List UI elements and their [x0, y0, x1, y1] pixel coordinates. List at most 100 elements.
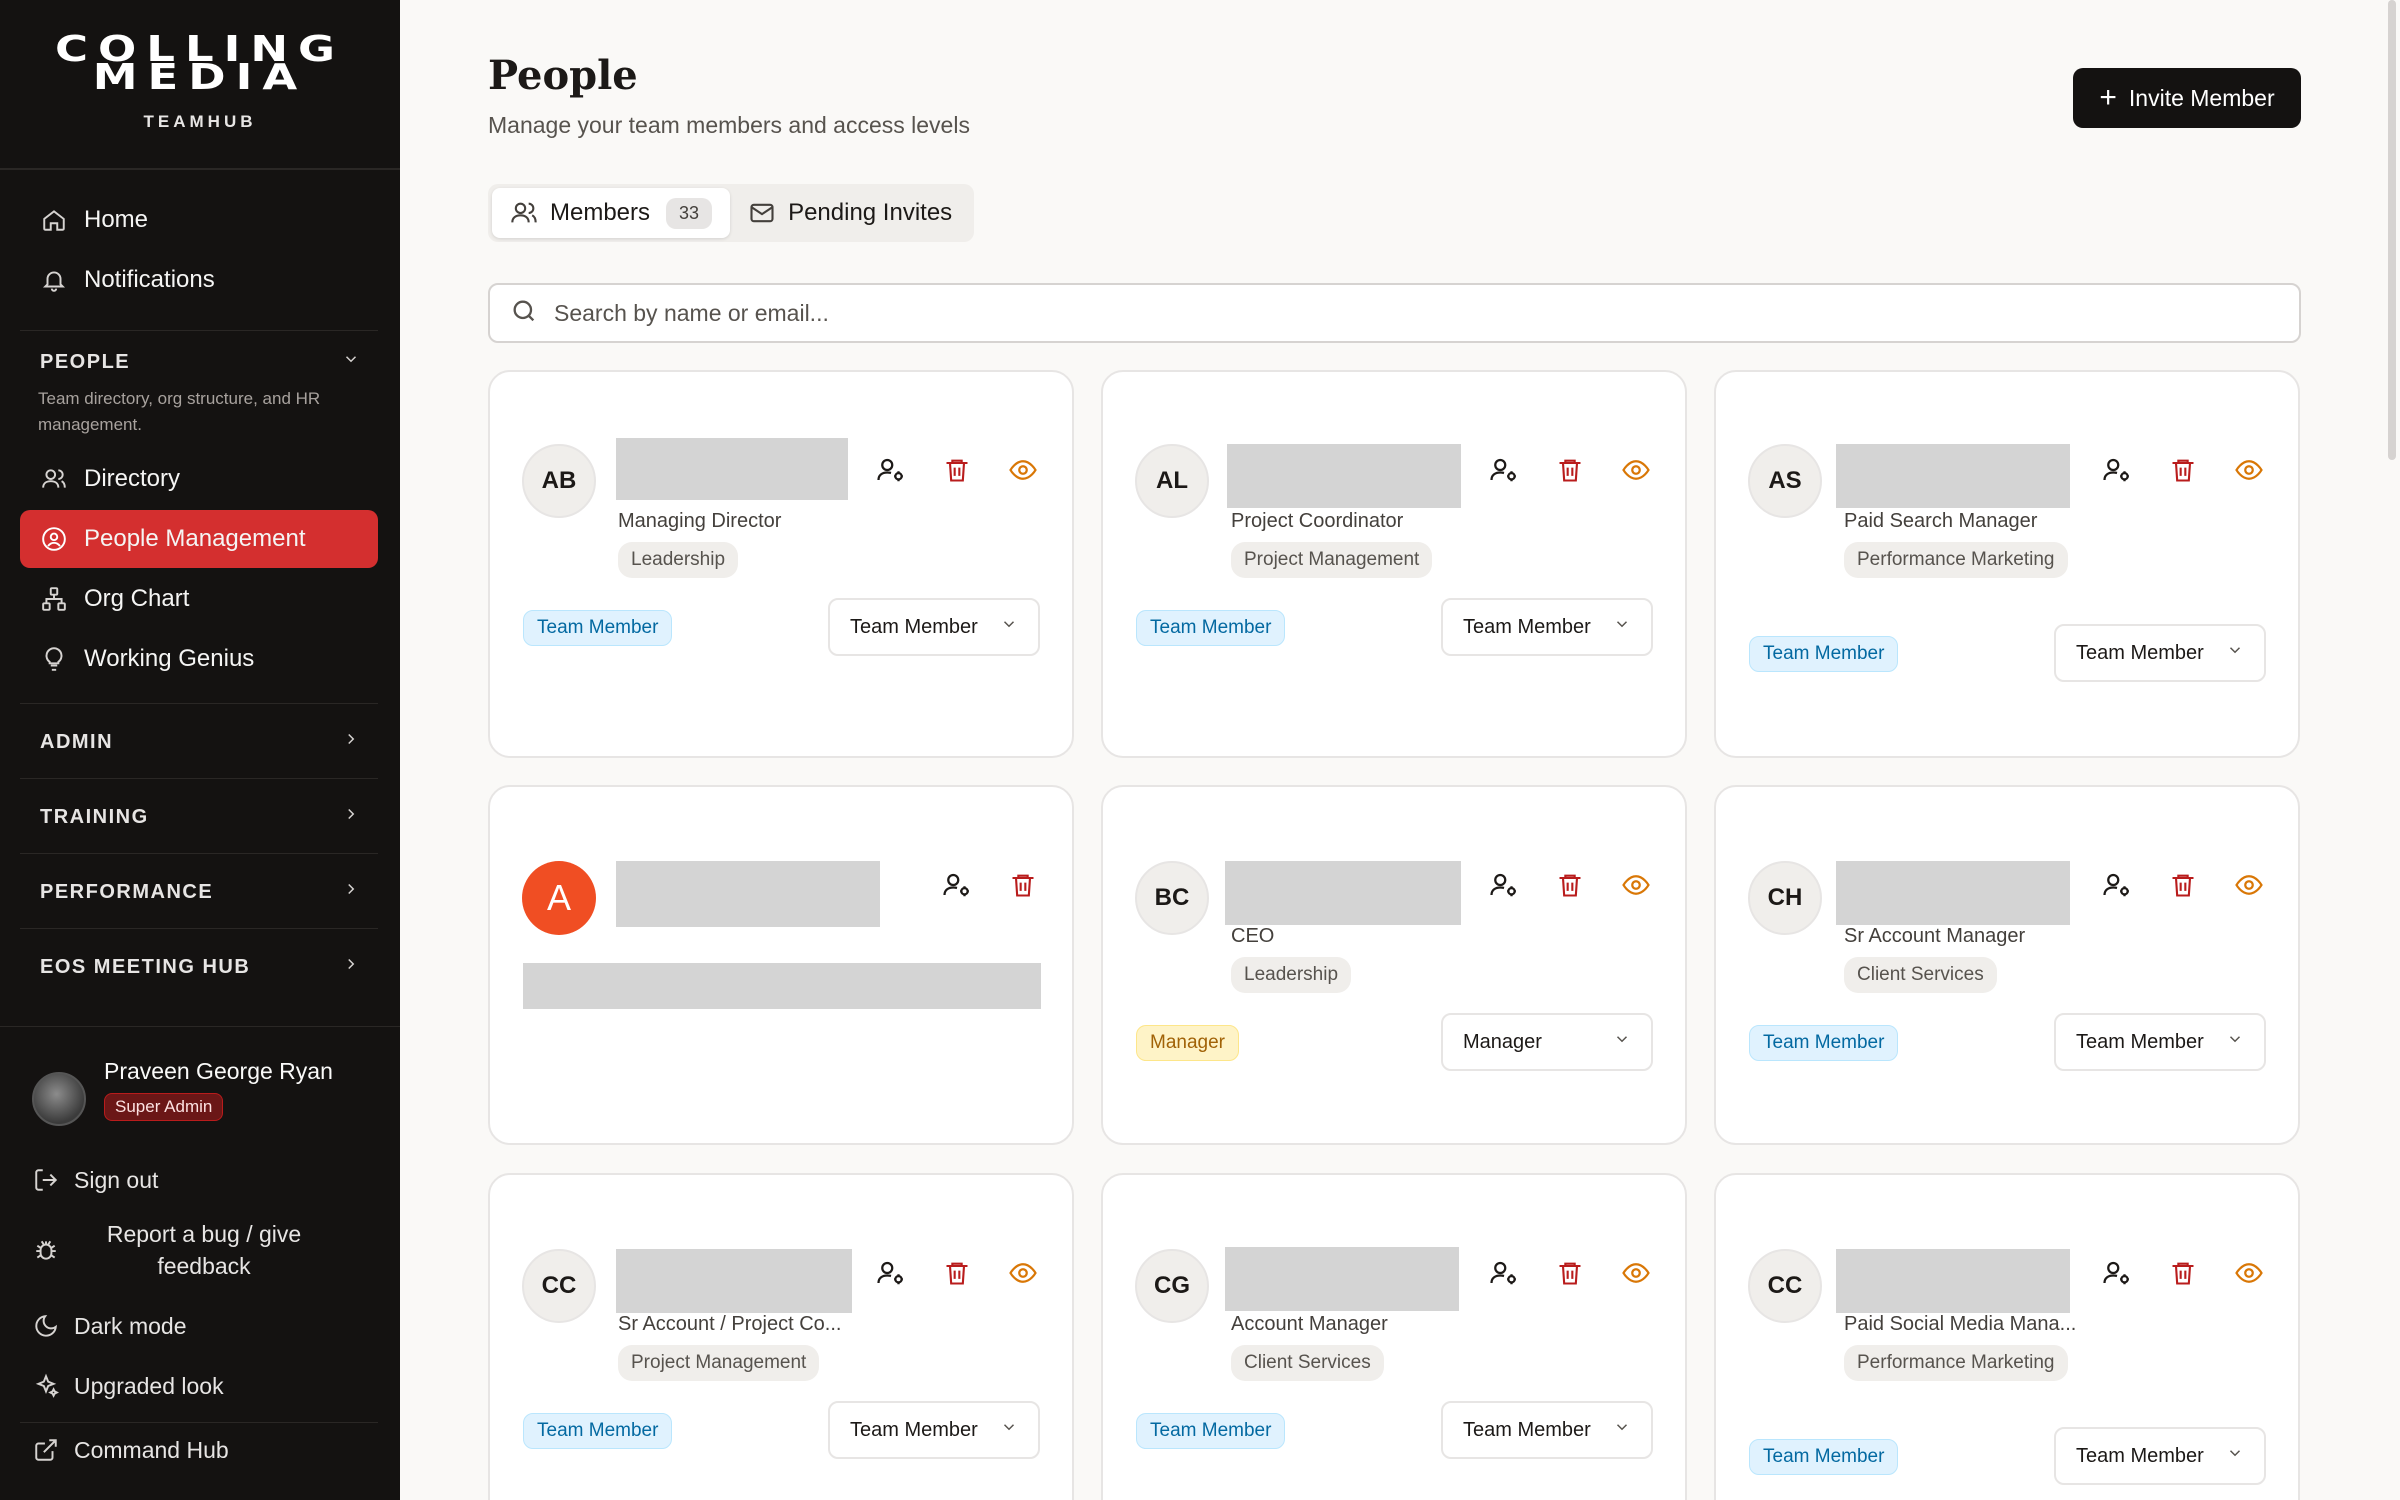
delete-button[interactable] — [2150, 450, 2216, 490]
delete-button[interactable] — [990, 865, 1056, 905]
nav-people-management[interactable]: People Management — [20, 510, 378, 568]
report-bug-button[interactable]: Report a bug / give feedback — [32, 1218, 334, 1282]
section-eos-label: EOS MEETING HUB — [40, 955, 251, 978]
logo-text: COLLING MEDIA — [55, 29, 345, 98]
redacted-name — [616, 861, 880, 927]
access-level-select[interactable]: Team Member — [828, 598, 1040, 656]
delete-button[interactable] — [924, 1253, 990, 1293]
view-button[interactable] — [1603, 450, 1669, 490]
manage-user-button[interactable] — [2084, 450, 2150, 490]
sidebar: COLLING MEDIA TEAMHUB Home Notifications … — [0, 0, 400, 1500]
access-level-select[interactable]: Team Member — [1441, 598, 1653, 656]
section-people[interactable]: PEOPLE — [40, 350, 360, 374]
dark-mode-toggle[interactable]: Dark mode — [32, 1312, 186, 1340]
manage-user-button[interactable] — [858, 450, 924, 490]
upgraded-look-toggle[interactable]: Upgraded look — [32, 1372, 224, 1400]
nav-home[interactable]: Home — [20, 191, 378, 249]
access-badge: Team Member — [523, 1413, 673, 1449]
member-avatar: CH — [1748, 861, 1822, 935]
member-card: CC Paid Social Media Mana... Performance… — [1714, 1173, 2300, 1500]
users-icon — [40, 465, 68, 493]
user-profile[interactable]: Praveen George Ryan Super Admin — [32, 1058, 333, 1126]
member-avatar: CC — [1748, 1249, 1822, 1323]
view-button[interactable] — [2216, 1253, 2282, 1293]
sign-out-icon — [32, 1166, 60, 1194]
trash-icon — [2172, 1262, 2194, 1285]
access-level-value: Manager — [1463, 1030, 1542, 1053]
members-count-badge: 33 — [666, 197, 713, 229]
delete-button[interactable] — [1537, 450, 1603, 490]
redacted-name — [1227, 444, 1461, 508]
scrollbar[interactable] — [2388, 0, 2396, 460]
manage-user-button[interactable] — [2084, 865, 2150, 905]
view-button[interactable] — [990, 1253, 1056, 1293]
delete-button[interactable] — [1537, 1253, 1603, 1293]
access-level-value: Team Member — [1463, 1418, 1591, 1441]
section-performance[interactable]: PERFORMANCE — [40, 880, 360, 904]
redacted-name — [1225, 1247, 1459, 1311]
view-button[interactable] — [2216, 450, 2282, 490]
redacted-details — [523, 963, 1041, 1009]
access-badge: Team Member — [523, 610, 673, 646]
chevron-right-icon — [342, 805, 360, 829]
user-cog-icon — [1490, 458, 1516, 482]
tab-pending-invites[interactable]: Pending Invites — [730, 188, 970, 238]
invite-member-button[interactable]: + Invite Member — [2073, 68, 2301, 128]
delete-button[interactable] — [2150, 1253, 2216, 1293]
delete-button[interactable] — [2150, 865, 2216, 905]
nav-people-management-label: People Management — [84, 525, 306, 552]
manage-user-button[interactable] — [2084, 1253, 2150, 1293]
delete-button[interactable] — [924, 450, 990, 490]
manage-user-button[interactable] — [1471, 865, 1537, 905]
view-button[interactable] — [1603, 865, 1669, 905]
trash-icon — [2172, 459, 2194, 482]
view-button[interactable] — [1603, 1253, 1669, 1293]
redacted-name — [1836, 1249, 2070, 1313]
view-button[interactable] — [2216, 865, 2282, 905]
manage-user-button[interactable] — [924, 865, 990, 905]
manage-user-button[interactable] — [1471, 450, 1537, 490]
section-training[interactable]: TRAINING — [40, 805, 360, 829]
access-level-select[interactable]: Manager — [1441, 1013, 1653, 1071]
member-role: Paid Search Manager — [1844, 510, 2038, 532]
member-card: CC Sr Account / Project Co... Project Ma… — [488, 1173, 1074, 1500]
divider — [20, 778, 378, 779]
org-chart-icon — [40, 585, 68, 613]
access-level-select[interactable]: Team Member — [828, 1401, 1040, 1459]
nav-org-chart[interactable]: Org Chart — [20, 570, 378, 628]
user-cog-icon — [2103, 873, 2129, 897]
access-badge: Manager — [1136, 1025, 1239, 1061]
command-hub-link[interactable]: Command Hub — [32, 1436, 229, 1464]
brand-logo[interactable]: COLLING MEDIA TEAMHUB — [0, 0, 400, 170]
access-level-select[interactable]: Team Member — [2054, 624, 2266, 682]
access-badge: Team Member — [1749, 1439, 1899, 1475]
access-level-select[interactable]: Team Member — [2054, 1013, 2266, 1071]
nav-working-genius[interactable]: Working Genius — [20, 630, 378, 688]
plus-icon: + — [2099, 81, 2117, 114]
nav-notifications[interactable]: Notifications — [20, 251, 378, 309]
access-badge: Team Member — [1136, 610, 1286, 646]
department-tag: Project Management — [618, 1345, 820, 1381]
member-avatar: CC — [522, 1249, 596, 1323]
section-admin[interactable]: ADMIN — [40, 730, 360, 754]
nav-home-label: Home — [84, 206, 149, 233]
member-avatar: CG — [1135, 1249, 1209, 1323]
member-role: Project Coordinator — [1231, 510, 1404, 532]
sign-out-button[interactable]: Sign out — [32, 1166, 158, 1194]
section-eos-meeting-hub[interactable]: EOS MEETING HUB — [40, 955, 360, 979]
card-actions — [858, 1253, 1056, 1293]
tab-members[interactable]: Members 33 — [492, 188, 731, 238]
bug-icon — [32, 1236, 60, 1264]
delete-button[interactable] — [1537, 865, 1603, 905]
member-role: CEO — [1231, 925, 1275, 947]
access-level-select[interactable]: Team Member — [2054, 1427, 2266, 1485]
view-button[interactable] — [990, 450, 1056, 490]
search-input[interactable] — [554, 299, 2154, 327]
access-level-value: Team Member — [850, 1418, 978, 1441]
manage-user-button[interactable] — [1471, 1253, 1537, 1293]
trash-icon — [1559, 459, 1581, 482]
access-badge: Team Member — [1749, 1025, 1899, 1061]
access-level-select[interactable]: Team Member — [1441, 1401, 1653, 1459]
nav-directory[interactable]: Directory — [20, 450, 378, 508]
manage-user-button[interactable] — [858, 1253, 924, 1293]
